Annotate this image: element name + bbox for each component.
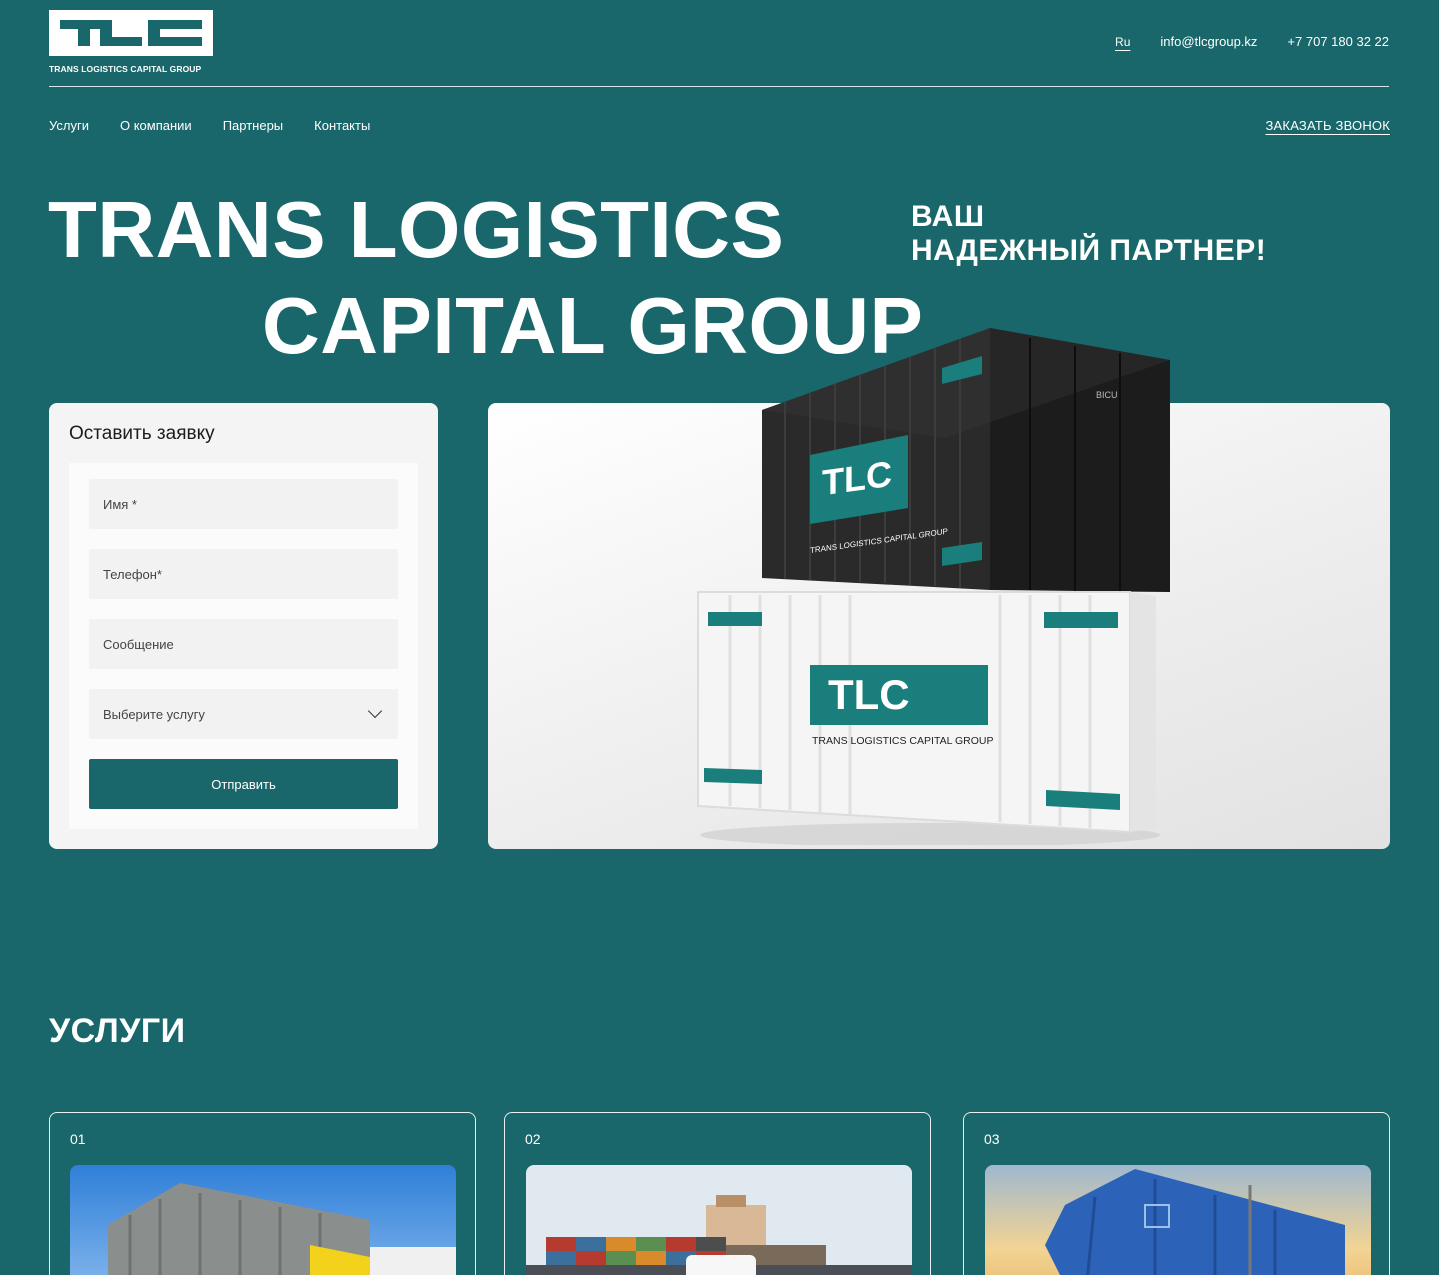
- service-image-container-ship-truck: [526, 1165, 912, 1275]
- white-container-end: [1130, 592, 1156, 832]
- name-field[interactable]: Имя *: [89, 479, 398, 529]
- nav-item-services[interactable]: Услуги: [49, 118, 89, 133]
- service-card-3[interactable]: 03: [963, 1112, 1390, 1275]
- service-select-value: Выберите услугу: [103, 706, 205, 722]
- service-image-rail-freight-car: [70, 1165, 456, 1275]
- tagline-line2: НАДЕЖНЫЙ ПАРТНЕР!: [911, 234, 1267, 267]
- language-switch[interactable]: Ru: [1115, 35, 1130, 49]
- black-container-code: BICU: [1096, 390, 1118, 400]
- request-form-card: Оставить заявку Имя * Телефон* Сообщение…: [49, 403, 438, 849]
- tlc-logo-icon: [60, 20, 202, 46]
- white-container-logo: TLC: [828, 671, 910, 718]
- tagline-line1: ВАШ: [911, 200, 985, 233]
- service-card-1[interactable]: 01: [49, 1112, 476, 1275]
- services-title: УСЛУГИ: [49, 1012, 186, 1050]
- service-card-2[interactable]: 02: [504, 1112, 931, 1275]
- white-container-caption: TRANS LOGISTICS CAPITAL GROUP: [812, 735, 993, 747]
- phone-field[interactable]: Телефон*: [89, 549, 398, 599]
- message-placeholder: Сообщение: [103, 636, 174, 652]
- phone-placeholder: Телефон*: [103, 566, 162, 582]
- chevron-down-icon: [367, 703, 383, 719]
- request-form: Имя * Телефон* Сообщение Выберите услугу…: [69, 463, 418, 829]
- name-placeholder: Имя *: [103, 496, 137, 512]
- service-select[interactable]: Выберите услугу: [89, 689, 398, 739]
- nav-item-contacts[interactable]: Контакты: [314, 118, 370, 133]
- logo-mark: [49, 10, 213, 56]
- shipping-containers-image: TLC TRANS LOGISTICS CAPITAL GROUP BICU T…: [697, 328, 1170, 845]
- service-number: 02: [525, 1131, 541, 1147]
- top-contacts: Ru info@tlcgroup.kz +7 707 180 32 22: [1115, 34, 1389, 49]
- order-callback-link[interactable]: ЗАКАЗАТЬ ЗВОНОК: [1266, 118, 1391, 133]
- phone-link[interactable]: +7 707 180 32 22: [1287, 34, 1389, 49]
- submit-button[interactable]: Отправить: [89, 759, 398, 809]
- nav-item-partners[interactable]: Партнеры: [223, 118, 283, 133]
- main-nav: Услуги О компании Партнеры Контакты: [49, 118, 370, 133]
- email-link[interactable]: info@tlcgroup.kz: [1160, 34, 1257, 49]
- hero-tagline: ВАШ НАДЕЖНЫЙ ПАРТНЕР!: [911, 200, 1266, 268]
- nav-item-about[interactable]: О компании: [120, 118, 192, 133]
- header-divider: [49, 86, 1389, 87]
- logo[interactable]: TRANS LOGISTICS CAPITAL GROUP: [49, 10, 213, 74]
- service-image-blue-hopper-car: [985, 1165, 1371, 1275]
- message-field[interactable]: Сообщение: [89, 619, 398, 669]
- form-title: Оставить заявку: [69, 423, 215, 444]
- hero-title-line1: TRANS LOGISTICS: [48, 185, 785, 274]
- service-number: 03: [984, 1131, 1000, 1147]
- logo-caption: TRANS LOGISTICS CAPITAL GROUP: [49, 64, 202, 74]
- service-number: 01: [70, 1131, 86, 1147]
